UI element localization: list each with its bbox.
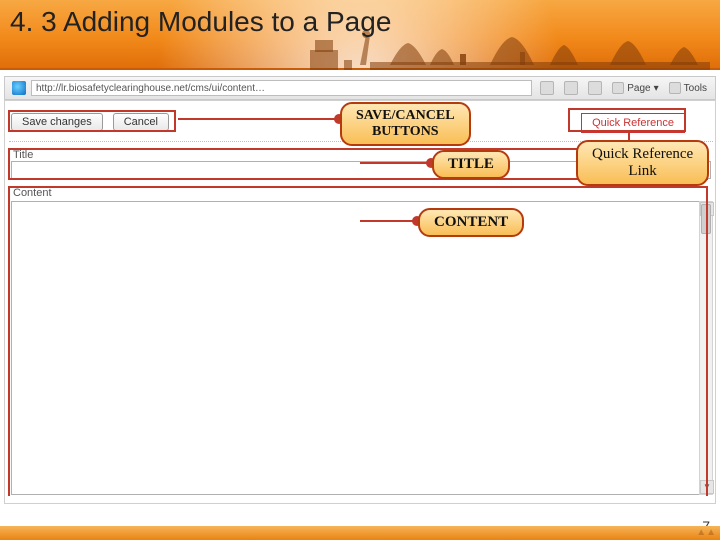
connector-title — [360, 162, 432, 164]
browser-address-bar: http://lr.biosafetyclearinghouse.net/cms… — [4, 76, 716, 100]
address-field[interactable]: http://lr.biosafetyclearinghouse.net/cms… — [31, 80, 532, 96]
gear-icon — [669, 82, 681, 94]
slide: 4. 3 Adding Modules to a Page http://lr.… — [0, 0, 720, 540]
feed-icon[interactable] — [564, 81, 578, 95]
connector-content — [360, 220, 418, 222]
tools-menu-button[interactable]: Tools — [669, 82, 707, 94]
content-section-label: Content — [11, 187, 54, 199]
content-textarea[interactable] — [11, 201, 711, 495]
slide-title: 4. 3 Adding Modules to a Page — [10, 6, 391, 38]
callout-content: CONTENT — [418, 208, 524, 237]
callout-title: TITLE — [432, 150, 510, 179]
save-changes-button[interactable]: Save changes — [11, 113, 103, 131]
callout-title-text: TITLE — [448, 156, 494, 172]
callout-content-text: CONTENT — [434, 214, 508, 230]
callout-quickref-text: Quick Reference Link — [592, 146, 693, 179]
content-scrollbar[interactable]: ▲ ▼ — [699, 201, 713, 495]
page-menu-button[interactable]: Page ▾ — [612, 82, 658, 94]
quick-reference-link[interactable]: Quick Reference — [581, 113, 685, 133]
scroll-thumb[interactable] — [701, 204, 711, 234]
callout-save-cancel: SAVE/CANCEL BUTTONS — [340, 102, 471, 146]
page-menu-label: Page — [627, 83, 650, 94]
page-icon — [612, 82, 624, 94]
favicon-icon — [12, 81, 26, 95]
footer-silhouette: ▲▲ — [696, 527, 716, 538]
print-icon[interactable] — [588, 81, 602, 95]
callout-quick-reference: Quick Reference Link — [576, 140, 709, 186]
toolbar: Save changes Cancel — [11, 113, 169, 131]
footer-band — [0, 526, 720, 540]
tools-menu-label: Tools — [684, 83, 707, 94]
connector-save-cancel — [178, 118, 340, 120]
title-section-label: Title — [11, 149, 35, 161]
cancel-button[interactable]: Cancel — [113, 113, 169, 131]
callout-save-cancel-text: SAVE/CANCEL BUTTONS — [356, 108, 455, 139]
browser-tools: Page ▾ Tools — [532, 81, 715, 95]
scroll-down-icon[interactable]: ▼ — [700, 480, 714, 494]
home-icon[interactable] — [540, 81, 554, 95]
